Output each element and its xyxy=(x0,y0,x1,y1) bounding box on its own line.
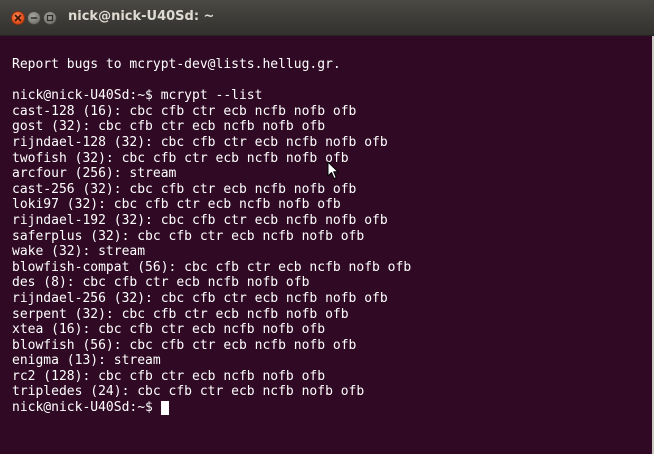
terminal-line: rijndael-256 (32): cbc cfb ctr ecb ncfb … xyxy=(12,290,388,306)
terminal-line: loki97 (32): cbc cfb ctr ecb ncfb nofb o… xyxy=(12,197,341,213)
terminal-line: rc2 (128): cbc cfb ctr ecb ncfb nofb ofb xyxy=(12,368,326,384)
minimize-button[interactable] xyxy=(27,11,41,25)
close-button[interactable] xyxy=(11,11,25,25)
terminal-line: rijndael-128 (32): cbc cfb ctr ecb ncfb … xyxy=(12,134,388,150)
terminal-line: des (8): cbc cfb ctr ecb ncfb nofb ofb xyxy=(12,275,310,291)
text-cursor xyxy=(160,401,169,416)
mouse-pointer-icon xyxy=(327,161,339,179)
terminal-line: blowfish (56): cbc cfb ctr ecb ncfb nofb… xyxy=(12,337,357,353)
terminal-line: cast-128 (16): cbc cfb ctr ecb ncfb nofb… xyxy=(12,103,357,119)
terminal-line: rijndael-192 (32): cbc cfb ctr ecb ncfb … xyxy=(12,212,388,228)
terminal-output[interactable]: Report bugs to mcrypt-dev@lists.hellug.g… xyxy=(0,36,654,454)
terminal-lines: Report bugs to mcrypt-dev@lists.hellug.g… xyxy=(12,36,654,416)
terminal-line: xtea (16): cbc cfb ctr ecb ncfb nofb ofb xyxy=(12,322,326,338)
terminal-line: saferplus (32): cbc cfb ctr ecb ncfb nof… xyxy=(12,228,365,244)
close-icon xyxy=(14,14,22,22)
window-title: nick@nick-U40Sd: ~ xyxy=(68,9,215,24)
minimize-icon xyxy=(30,17,38,19)
maximize-icon xyxy=(46,14,54,22)
maximize-button[interactable] xyxy=(43,11,57,25)
terminal-line: tripledes (24): cbc cfb ctr ecb ncfb nof… xyxy=(12,384,365,400)
terminal-window: nick@nick-U40Sd: ~ Report bugs to mcrypt… xyxy=(0,0,654,454)
terminal-line: cast-256 (32): cbc cfb ctr ecb ncfb nofb… xyxy=(12,181,357,197)
terminal-line: nick@nick-U40Sd:~$ mcrypt --list xyxy=(12,88,263,104)
title-bar[interactable]: nick@nick-U40Sd: ~ xyxy=(0,0,654,36)
terminal-line: Report bugs to mcrypt-dev@lists.hellug.g… xyxy=(12,57,341,72)
terminal-line: gost (32): cbc cfb ctr ecb ncfb nofb ofb xyxy=(12,119,326,135)
terminal-line: enigma (13): stream xyxy=(12,353,161,369)
terminal-prompt-line[interactable]: nick@nick-U40Sd:~$ xyxy=(12,400,654,416)
terminal-line: blowfish-compat (56): cbc cfb ctr ecb nc… xyxy=(12,259,412,275)
shell-prompt: nick@nick-U40Sd:~$ xyxy=(12,400,161,416)
terminal-line: serpent (32): cbc cfb ctr ecb ncfb nofb … xyxy=(12,306,349,322)
terminal-line: wake (32): stream xyxy=(12,244,146,260)
